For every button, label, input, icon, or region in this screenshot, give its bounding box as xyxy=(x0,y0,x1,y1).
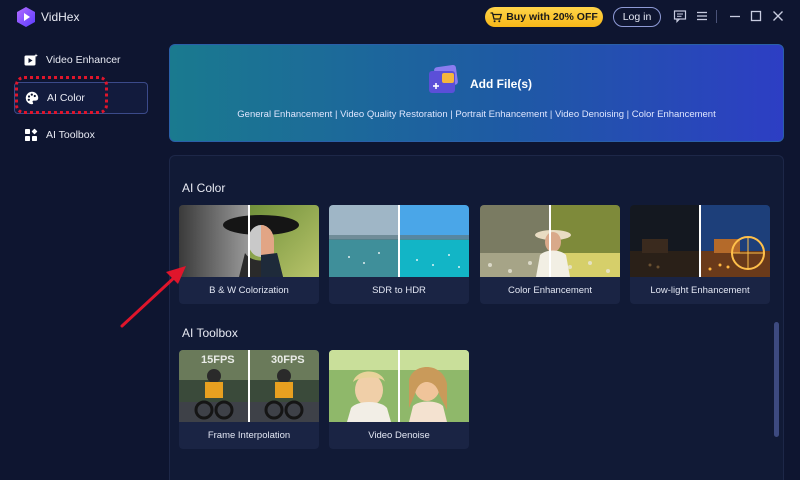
menu-icon[interactable] xyxy=(695,9,709,23)
video-enhancer-icon xyxy=(24,53,38,66)
card-thumbnail xyxy=(329,350,469,422)
cart-icon xyxy=(490,11,503,22)
card-sdr-to-hdr[interactable]: SDR to HDR xyxy=(329,205,469,304)
maximize-icon[interactable] xyxy=(749,9,763,23)
sidebar-item-video-enhancer[interactable]: Video Enhancer xyxy=(14,44,148,76)
add-files-label[interactable]: Add File(s) xyxy=(470,77,532,91)
card-video-denoise[interactable]: Video Denoise xyxy=(329,350,469,449)
sidebar-item-label: AI Toolbox xyxy=(46,129,95,141)
card-label: B & W Colorization xyxy=(209,285,289,296)
section-title-ai-color: AI Color xyxy=(182,181,226,195)
sidebar-item-label: Video Enhancer xyxy=(46,54,121,66)
card-label: Frame Interpolation xyxy=(207,430,291,441)
card-label: Video Denoise xyxy=(368,430,430,441)
login-button[interactable]: Log in xyxy=(613,7,661,27)
buy-discount-button[interactable]: Buy with 20% OFF xyxy=(485,7,603,27)
card-thumbnail: 15FPS 30FPS xyxy=(179,350,319,422)
comparison-divider xyxy=(248,205,250,277)
comparison-divider xyxy=(549,205,551,277)
card-low-light-enhancement[interactable]: Low-light Enhancement xyxy=(630,205,770,304)
add-files-dropzone[interactable] xyxy=(169,44,784,142)
comparison-divider xyxy=(248,350,250,422)
card-thumbnail xyxy=(179,205,319,277)
card-label: SDR to HDR xyxy=(372,285,426,296)
toolbox-icon xyxy=(25,128,38,141)
card-thumbnail xyxy=(630,205,770,277)
minimize-icon[interactable] xyxy=(728,9,742,23)
close-icon[interactable] xyxy=(771,9,785,23)
vertical-scrollbar[interactable] xyxy=(774,322,779,437)
card-label: Color Enhancement xyxy=(508,285,592,296)
supported-features-text: General Enhancement | Video Quality Rest… xyxy=(237,109,716,120)
comparison-divider xyxy=(699,205,701,277)
sidebar-item-ai-toolbox[interactable]: AI Toolbox xyxy=(14,119,148,151)
add-file-icon[interactable] xyxy=(427,64,463,96)
card-color-enhancement[interactable]: Color Enhancement xyxy=(480,205,620,304)
section-title-ai-toolbox: AI Toolbox xyxy=(182,326,238,340)
buy-button-label: Buy with 20% OFF xyxy=(506,11,598,23)
card-label: Low-light Enhancement xyxy=(650,285,750,296)
comparison-divider xyxy=(398,350,400,422)
card-thumbnail xyxy=(329,205,469,277)
card-thumbnail xyxy=(480,205,620,277)
vidhex-logo-icon xyxy=(17,7,35,27)
comparison-divider xyxy=(398,205,400,277)
fps-badge-15: 15FPS xyxy=(201,354,235,366)
card-bw-colorization[interactable]: B & W Colorization xyxy=(179,205,319,304)
title-bar: VidHex Buy with 20% OFF Log in xyxy=(0,0,800,34)
feedback-icon[interactable] xyxy=(673,9,687,23)
titlebar-separator xyxy=(716,10,717,23)
highlight-annotation xyxy=(15,76,108,114)
fps-badge-30: 30FPS xyxy=(271,354,305,366)
card-frame-interpolation[interactable]: 15FPS 30FPS Frame Interpolation xyxy=(179,350,319,449)
app-name: VidHex xyxy=(41,10,80,24)
